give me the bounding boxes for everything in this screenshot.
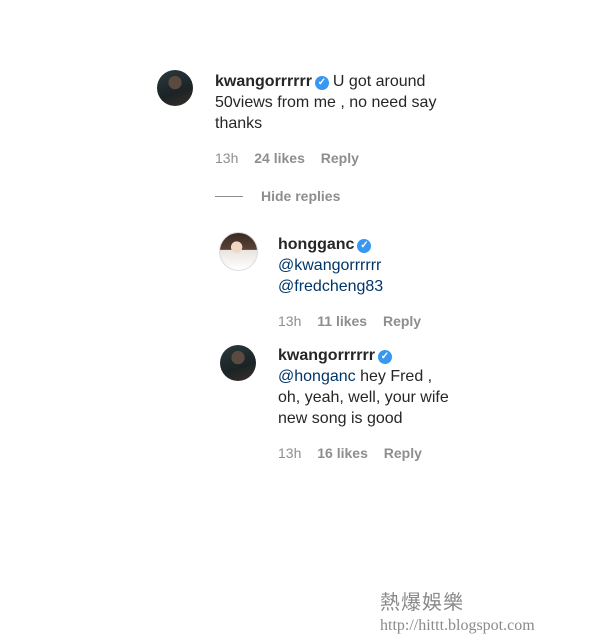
- timestamp: 13h: [215, 150, 239, 166]
- watermark: 熱爆娛樂 http://hittt.blogspot.com: [380, 586, 535, 635]
- likes-count[interactable]: 24 likes: [254, 150, 305, 166]
- verified-badge-icon: ✓: [377, 350, 392, 364]
- likes-count[interactable]: 16 likes: [317, 445, 368, 461]
- hide-replies-button[interactable]: Hide replies: [215, 188, 340, 204]
- verified-badge-icon: ✓: [314, 76, 329, 90]
- avatar[interactable]: [220, 345, 256, 381]
- watermark-chinese: 熱爆娛樂: [380, 592, 464, 614]
- mention-link[interactable]: @kwangorrrrrr: [278, 257, 381, 274]
- username[interactable]: hongganc: [278, 236, 354, 253]
- reply-text-line-1: hey Fred ,: [355, 368, 433, 385]
- likes-count[interactable]: 11 likes: [317, 313, 367, 329]
- comment-text-line-1: U got around: [332, 73, 426, 90]
- reply-text-line-3: new song is good: [278, 410, 403, 427]
- reply-body: kwangorrrrrr ✓ @honganc hey Fred , oh, ye…: [278, 345, 538, 429]
- username[interactable]: kwangorrrrrr: [278, 347, 375, 364]
- reply-meta: 13h 16 likes Reply: [278, 445, 434, 461]
- comment-text-line-2: 50views from me , no need say: [215, 94, 437, 111]
- mention-link[interactable]: @fredcheng83: [278, 278, 383, 295]
- mention-link[interactable]: @honganc: [278, 368, 356, 385]
- divider: [215, 196, 243, 197]
- comment-text-line-3: thanks: [215, 115, 263, 132]
- timestamp: 13h: [278, 445, 302, 461]
- hide-replies-label: Hide replies: [261, 188, 341, 204]
- verified-badge-icon: ✓: [357, 239, 372, 253]
- timestamp: 13h: [278, 313, 302, 329]
- avatar[interactable]: [157, 70, 193, 106]
- avatar[interactable]: [219, 232, 258, 271]
- comment-body: kwangorrrrrr ✓ U got around 50views from m…: [215, 71, 475, 134]
- reply-text-line-2: oh, yeah, well, your wife: [278, 389, 449, 406]
- comment-meta: 13h 24 likes Reply: [215, 150, 371, 166]
- reply-meta: 13h 11 likes Reply: [278, 313, 433, 329]
- reply-button[interactable]: Reply: [384, 445, 422, 461]
- reply-body: hongganc ✓ @kwangorrrrrr @fredcheng83: [278, 234, 538, 297]
- username[interactable]: kwangorrrrrr: [215, 73, 312, 90]
- reply-button[interactable]: Reply: [321, 150, 359, 166]
- watermark-url: http://hittt.blogspot.com: [380, 617, 535, 634]
- reply-button[interactable]: Reply: [383, 313, 421, 329]
